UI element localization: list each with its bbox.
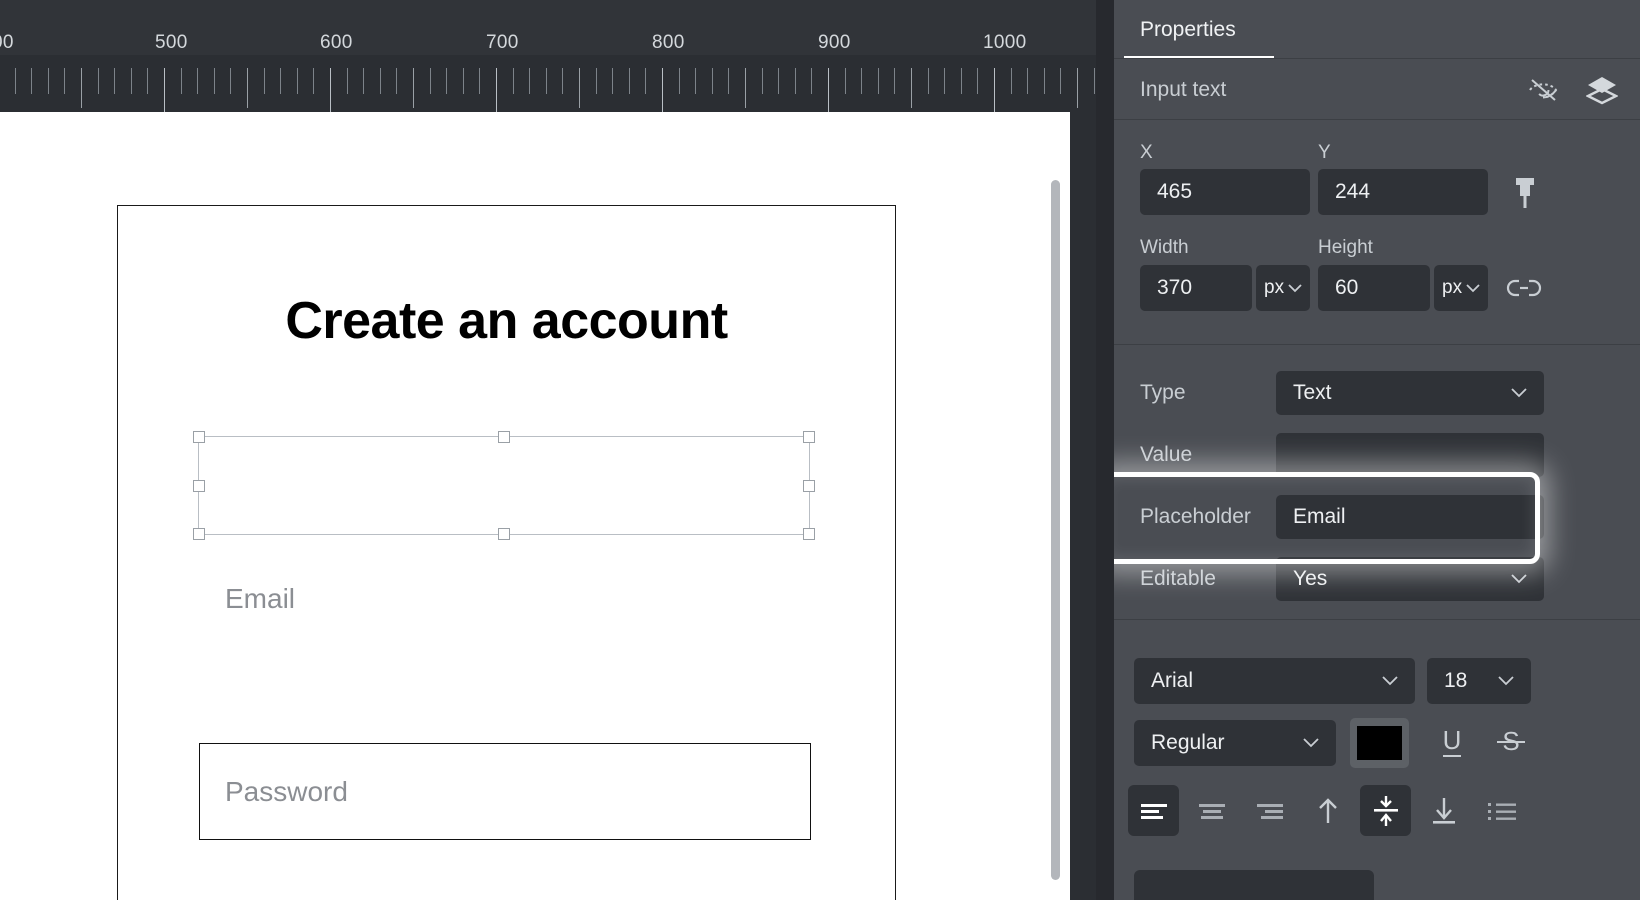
align-right-icon[interactable] xyxy=(1244,785,1295,836)
design-heading: Create an account xyxy=(118,291,895,351)
underline-label: U xyxy=(1443,727,1462,756)
design-password-input[interactable]: Password xyxy=(199,743,811,840)
underline-button[interactable]: U xyxy=(1430,719,1474,765)
align-center-icon[interactable] xyxy=(1186,785,1237,836)
chevron-down-icon xyxy=(1303,738,1319,748)
placeholder-input[interactable]: Email xyxy=(1276,495,1544,539)
width-unit-select[interactable]: px xyxy=(1256,265,1310,311)
width-input[interactable]: 370 xyxy=(1140,265,1252,311)
height-unit-value: px xyxy=(1442,277,1462,299)
value-input[interactable] xyxy=(1276,433,1544,477)
ruler-label: 800 xyxy=(652,32,685,54)
editable-select[interactable]: Yes xyxy=(1276,557,1544,601)
chevron-down-icon xyxy=(1511,574,1527,584)
canvas-vertical-scrollbar[interactable] xyxy=(1051,180,1060,880)
ruler-label: 700 xyxy=(486,32,519,54)
design-frame[interactable]: Create an account Email Password xyxy=(117,205,896,900)
layers-icon[interactable] xyxy=(1586,75,1618,105)
tab-properties-label: Properties xyxy=(1140,18,1236,42)
email-placeholder-text: Email xyxy=(225,583,295,615)
value-row: Value xyxy=(1114,433,1640,477)
ruler-label: 900 xyxy=(818,32,851,54)
placeholder-value: Email xyxy=(1293,505,1346,529)
horizontal-ruler: 00 500 600 700 800 900 1000 xyxy=(0,0,1096,112)
font-weight-select[interactable]: Regular xyxy=(1134,720,1336,766)
typography-section: Arial 18 Regular U S xyxy=(1114,620,1640,900)
editable-row: Editable Yes xyxy=(1114,557,1640,601)
value-label: Value xyxy=(1140,443,1192,467)
ruler-label: 500 xyxy=(155,32,188,54)
geometry-section: X Y 465 244 Width Height 370 px 60 xyxy=(1114,120,1640,345)
link-icon[interactable] xyxy=(1506,273,1542,303)
align-middle-icon[interactable] xyxy=(1360,785,1411,836)
object-name-label: Input text xyxy=(1140,78,1226,102)
chevron-down-icon xyxy=(1511,388,1527,398)
y-input[interactable]: 244 xyxy=(1318,169,1488,215)
height-label: Height xyxy=(1318,237,1373,259)
panel-bottom-control[interactable] xyxy=(1134,870,1374,900)
width-unit-value: px xyxy=(1264,277,1284,299)
height-value: 60 xyxy=(1335,276,1358,300)
list-icon[interactable] xyxy=(1476,785,1527,836)
font-family-value: Arial xyxy=(1151,669,1193,693)
x-input[interactable]: 465 xyxy=(1140,169,1310,215)
align-left-icon[interactable] xyxy=(1128,785,1179,836)
type-row: Type Text xyxy=(1114,371,1640,415)
alignment-toolbar xyxy=(1128,785,1534,836)
height-unit-select[interactable]: px xyxy=(1434,265,1488,311)
chevron-down-icon xyxy=(1288,284,1302,293)
ruler-label: 00 xyxy=(0,32,14,54)
ruler-label: 1000 xyxy=(983,32,1026,54)
ruler-ticks xyxy=(0,55,1096,112)
pin-icon[interactable] xyxy=(1506,172,1544,212)
text-color-button[interactable] xyxy=(1350,718,1409,768)
editable-label: Editable xyxy=(1140,567,1216,591)
font-size-value: 18 xyxy=(1444,669,1467,693)
y-value: 244 xyxy=(1335,180,1370,204)
panel-gutter xyxy=(1096,0,1114,900)
font-family-select[interactable]: Arial xyxy=(1134,658,1415,704)
font-weight-value: Regular xyxy=(1151,731,1225,755)
object-header: Input text xyxy=(1114,59,1640,120)
canvas-area[interactable]: 00 500 600 700 800 900 1000 Create an ac… xyxy=(0,0,1096,900)
password-placeholder-text: Password xyxy=(225,776,348,808)
ruler-label: 600 xyxy=(320,32,353,54)
align-top-icon[interactable] xyxy=(1302,785,1353,836)
panel-tabbar: Properties xyxy=(1114,0,1640,59)
properties-section: Type Text Value Placeholder Email Editab… xyxy=(1114,345,1640,620)
type-label: Type xyxy=(1140,381,1186,405)
strikethrough-button[interactable]: S xyxy=(1489,719,1533,765)
placeholder-row: Placeholder Email xyxy=(1114,495,1640,539)
y-label: Y xyxy=(1318,142,1331,164)
text-color-swatch xyxy=(1357,726,1402,760)
x-label: X xyxy=(1140,142,1153,164)
chevron-down-icon xyxy=(1466,284,1480,293)
chevron-down-icon xyxy=(1498,676,1514,686)
width-value: 370 xyxy=(1157,276,1192,300)
type-select[interactable]: Text xyxy=(1276,371,1544,415)
editable-value: Yes xyxy=(1293,567,1327,591)
design-email-input[interactable]: Email xyxy=(199,550,811,647)
type-value: Text xyxy=(1293,381,1332,405)
canvas-page[interactable]: Create an account Email Password xyxy=(0,112,1070,900)
font-size-select[interactable]: 18 xyxy=(1427,658,1531,704)
chevron-down-icon xyxy=(1382,676,1398,686)
eye-off-icon[interactable] xyxy=(1526,77,1560,103)
properties-panel: Properties Input text xyxy=(1114,0,1640,900)
placeholder-label: Placeholder xyxy=(1140,505,1251,529)
tab-properties[interactable]: Properties xyxy=(1114,0,1262,59)
height-input[interactable]: 60 xyxy=(1318,265,1430,311)
align-bottom-icon[interactable] xyxy=(1418,785,1469,836)
x-value: 465 xyxy=(1157,180,1192,204)
width-label: Width xyxy=(1140,237,1189,259)
